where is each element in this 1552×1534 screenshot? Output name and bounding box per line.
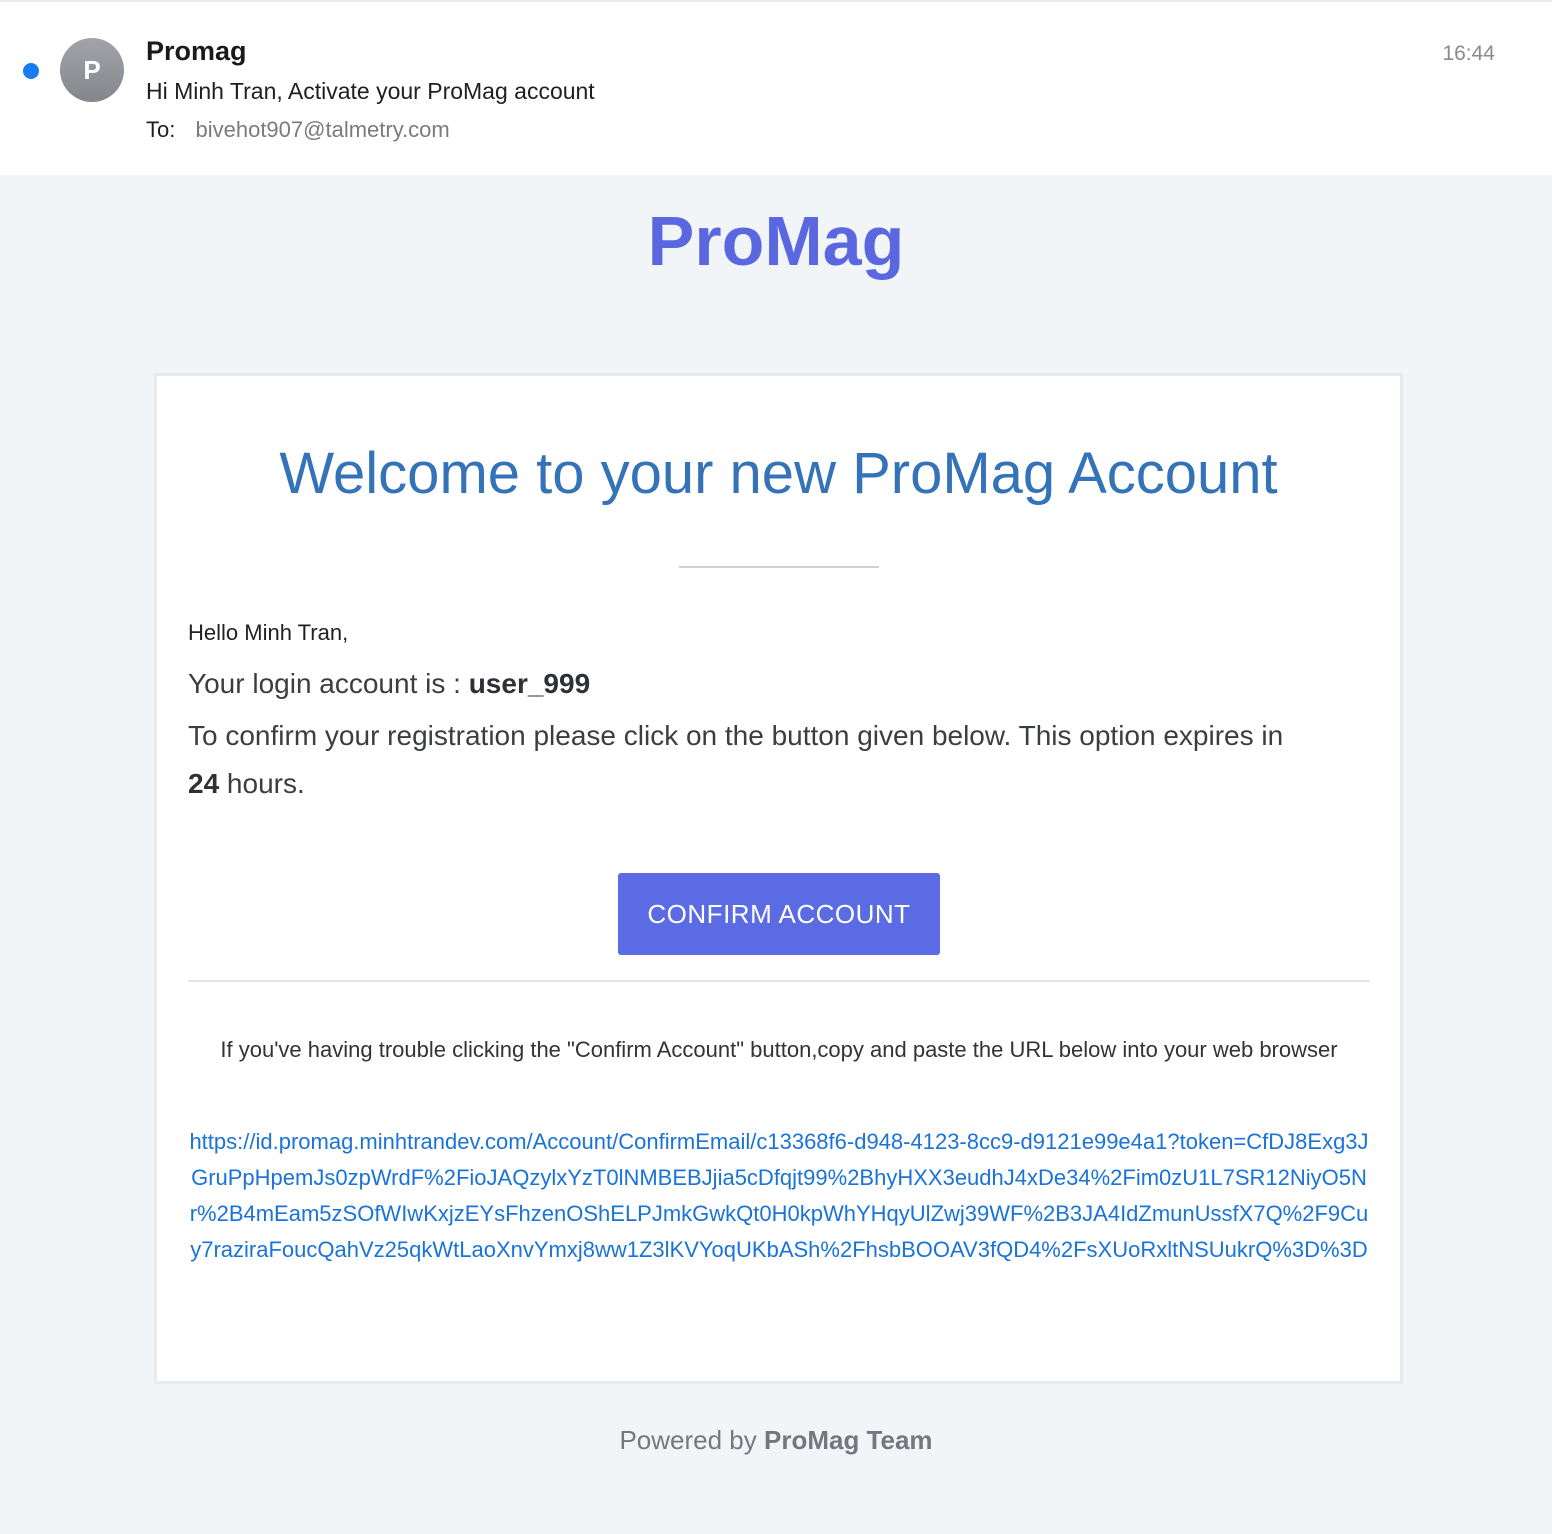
greeting: Hello Minh Tran, [188,620,349,645]
email-subject: Hi Minh Tran, Activate your ProMag accou… [146,78,595,104]
avatar-letter: P [83,54,101,85]
confirm-instructions: To confirm your registration please clic… [188,712,1298,808]
footer-team: ProMag Team [763,1425,933,1455]
confirm-text-before: To confirm your registration please clic… [188,720,1284,751]
unread-indicator [23,63,39,79]
welcome-title: Welcome to your new ProMag Account [279,441,1278,506]
message-header: P Promag Hi Minh Tran, Activate your Pro… [0,0,1552,177]
brand-logo-text: ProMag [647,202,905,280]
body-divider [188,980,1370,982]
sender-name[interactable]: Promag [146,36,247,67]
content-card: Welcome to your new ProMag Account Hello… [154,373,1403,1384]
confirm-text-after: hours. [219,768,305,799]
footer-prefix: Powered by [619,1425,764,1455]
to-label: To: [146,117,176,142]
avatar[interactable]: P [60,38,124,102]
title-divider [679,566,879,568]
trouble-text: If you've having trouble clicking the "C… [220,1037,1338,1062]
recipient-address[interactable]: bivehot907@talmetry.com [195,117,449,142]
footer: Powered by ProMag Team [0,1425,1552,1456]
recipient-row: To: bivehot907@talmetry.com [146,117,450,143]
login-prefix: Your login account is : [188,668,469,699]
expiry-hours: 24 [188,768,220,799]
login-account: user_999 [468,668,591,699]
confirm-account-button[interactable]: CONFIRM ACCOUNT [618,873,940,955]
confirm-url-link[interactable]: https://id.promag.minhtrandev.com/Accoun… [188,1124,1370,1268]
received-time: 16:44 [1442,42,1495,65]
email-body: ProMag Welcome to your new ProMag Accoun… [0,175,1552,1534]
login-account-line: Your login account is : user_999 [188,668,590,700]
